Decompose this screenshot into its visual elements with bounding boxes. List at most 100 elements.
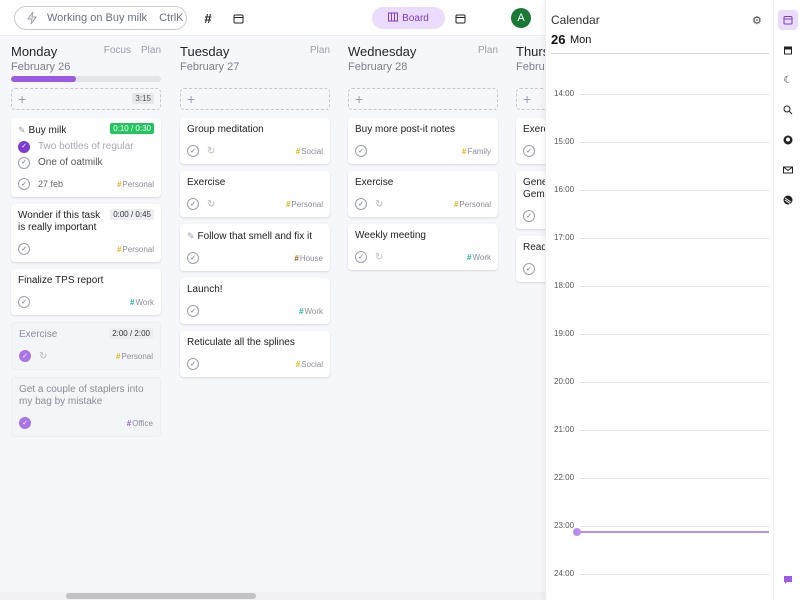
add-task-box[interactable]: + 3:15 (11, 88, 161, 110)
hour-gridline (580, 478, 769, 479)
task-timer[interactable]: 0:00 / 0:45 (110, 209, 154, 220)
focus-link[interactable]: Focus (104, 45, 131, 56)
task-card[interactable]: Exercise ✓ ↻ #Personal (180, 171, 330, 217)
task-card[interactable]: ✎ Follow that smell and fix it ✓ #House (180, 224, 330, 271)
task-card[interactable]: Launch! ✓ #Work (180, 278, 330, 324)
hour-row[interactable]: 24:00 (554, 569, 769, 579)
task-card[interactable]: Weekly meeting ✓ ↻ #Work (348, 224, 498, 270)
hour-row[interactable]: 14:00 (554, 89, 769, 99)
hour-label: 15:00 (554, 137, 575, 146)
calendar-small-icon[interactable] (230, 10, 246, 26)
plan-link[interactable]: Plan (478, 45, 498, 56)
check-icon[interactable]: ✓ (523, 210, 535, 222)
check-icon[interactable]: ✓ (187, 305, 199, 317)
plan-link[interactable]: Plan (310, 45, 330, 56)
hour-row[interactable]: 17:00 (554, 233, 769, 243)
check-icon[interactable]: ✓ (187, 145, 199, 157)
hour-label: 17:00 (554, 233, 575, 242)
day-date: February 26 (11, 61, 71, 73)
add-task-box[interactable]: + (516, 88, 545, 110)
task-tag: #Personal (116, 244, 154, 254)
task-card[interactable]: Gene Gemi ✓ (516, 171, 545, 229)
hour-row[interactable]: 19:00 (554, 329, 769, 339)
task-timer[interactable]: 0:10 / 0:30 (110, 123, 154, 134)
hour-row[interactable]: 20:00 (554, 377, 769, 387)
task-title: Follow that smell and fix it (197, 231, 313, 242)
task-card[interactable]: Finalize TPS report ✓ #Work (11, 269, 161, 315)
hour-row[interactable]: 23:00 (554, 521, 769, 531)
plan-link[interactable]: Plan (141, 45, 161, 56)
moon-icon[interactable]: ☾ (778, 70, 798, 90)
horizontal-scrollbar[interactable] (0, 592, 545, 600)
hour-row[interactable]: 22:00 (554, 473, 769, 483)
check-icon[interactable]: ✓ (355, 251, 367, 263)
check-icon[interactable]: ✓ (18, 178, 30, 190)
hour-label: 19:00 (554, 329, 575, 338)
task-card[interactable]: Reticulate all the splines ✓ #Social (180, 331, 330, 377)
check-icon[interactable]: ✓ (18, 157, 30, 169)
check-icon[interactable]: ✓ (18, 243, 30, 255)
focus-pill[interactable]: Working on Buy milk CtrlK (14, 6, 187, 30)
check-icon[interactable]: ✓ (523, 145, 535, 157)
top-bar: Working on Buy milk CtrlK # Board A (0, 0, 545, 36)
mail-icon[interactable] (778, 160, 798, 180)
current-time-dot (573, 528, 581, 536)
check-icon[interactable]: ✓ (18, 141, 30, 153)
scrollbar-thumb[interactable] (66, 593, 256, 599)
hour-row[interactable]: 15:00 (554, 137, 769, 147)
task-card[interactable]: Group meditation ✓ ↻ #Social (180, 118, 330, 164)
chat-icon[interactable] (778, 570, 798, 590)
hour-row[interactable]: 16:00 (554, 185, 769, 195)
column-wednesday: Wednesday February 28 Plan + Buy more po… (348, 36, 498, 270)
task-card[interactable]: Wonder if this task is really important … (11, 204, 161, 262)
stack-icon[interactable] (778, 190, 798, 210)
calendar-icon[interactable] (778, 10, 798, 30)
check-icon[interactable]: ✓ (187, 358, 199, 370)
day-name: Monday (11, 44, 58, 59)
check-icon[interactable]: ✓ (19, 417, 31, 429)
task-card-done[interactable]: Exercise 2:00 / 2:00 ✓ ↻ #Personal (11, 322, 161, 370)
board-view-button[interactable]: Board (372, 7, 445, 29)
task-tag: #Work (467, 252, 491, 262)
search-icon[interactable] (778, 100, 798, 120)
check-icon[interactable]: ✓ (187, 252, 199, 264)
hour-gridline (580, 190, 769, 191)
task-card-done[interactable]: Get a couple of staplers into my bag by … (11, 377, 161, 437)
check-icon[interactable]: ✓ (187, 198, 199, 210)
subtask-item[interactable]: ✓ Two bottles of regular (18, 141, 154, 153)
calendar-panel: Calendar ⚙ 26 Mon 14:00 15:00 16:00 17:00 18… (545, 0, 773, 600)
task-timer[interactable]: 2:00 / 2:00 (109, 328, 153, 339)
check-icon[interactable]: ✓ (19, 350, 31, 362)
check-icon[interactable]: ✓ (355, 145, 367, 157)
task-card[interactable]: Buy more post-it notes ✓ #Family (348, 118, 498, 164)
check-icon[interactable]: ✓ (523, 263, 535, 275)
add-task-box[interactable]: + (348, 88, 498, 110)
check-icon[interactable]: ✓ (355, 198, 367, 210)
add-task-box[interactable]: + (180, 88, 330, 110)
task-card[interactable]: Exerc ✓ (516, 118, 545, 164)
task-tag: #Personal (285, 199, 323, 209)
hour-label: 14:00 (554, 89, 575, 98)
hour-label: 24:00 (554, 569, 575, 578)
column-header: Monday February 26 Focus Plan (11, 36, 161, 84)
repeat-icon: ↻ (375, 251, 384, 263)
hour-row[interactable]: 21:00 (554, 425, 769, 435)
archive-icon[interactable] (778, 40, 798, 60)
gear-icon[interactable]: ⚙ (752, 14, 762, 27)
subtask-item[interactable]: ✓ One of oatmilk (18, 157, 154, 169)
task-tag: #Social (295, 146, 323, 156)
task-card[interactable]: ✎ Buy milk 0:10 / 0:30 ✓ Two bottles of r… (11, 118, 161, 197)
hashtag-icon[interactable]: # (200, 10, 216, 26)
hour-gridline (580, 142, 769, 143)
calendar-view-icon[interactable] (452, 10, 468, 26)
right-rail: ☾ (773, 0, 800, 600)
task-card[interactable]: Exercise ✓ ↻ #Personal (348, 171, 498, 217)
hour-label: 23:00 (554, 521, 575, 530)
hour-row[interactable]: 18:00 (554, 281, 769, 291)
hour-gridline (580, 94, 769, 95)
task-card[interactable]: Read ✓ (516, 236, 545, 282)
github-icon[interactable] (778, 130, 798, 150)
day-date: Febru (516, 61, 545, 73)
avatar[interactable]: A (511, 8, 531, 28)
check-icon[interactable]: ✓ (18, 296, 30, 308)
